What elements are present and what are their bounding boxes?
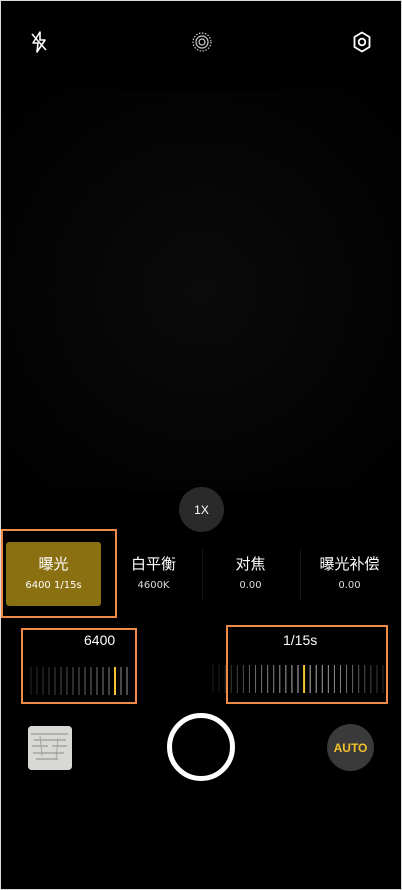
flash-off-icon[interactable] bbox=[27, 30, 51, 54]
mode-tab-value: 0.00 bbox=[239, 580, 262, 591]
camera-viewfinder[interactable] bbox=[1, 90, 401, 490]
highlight-box-mode bbox=[1, 529, 117, 618]
shutter-button[interactable] bbox=[167, 713, 235, 781]
mode-tab-label: 白平衡 bbox=[130, 555, 176, 573]
gallery-thumbnail[interactable] bbox=[28, 726, 72, 770]
divider bbox=[300, 548, 301, 600]
settings-icon[interactable] bbox=[350, 30, 374, 54]
zoom-button[interactable]: 1X bbox=[179, 487, 224, 532]
highlight-box-iso bbox=[21, 628, 137, 704]
mode-tab-exposure-compensation[interactable]: 曝光补偿 0.00 bbox=[302, 536, 397, 612]
auto-button[interactable]: AUTO bbox=[327, 724, 374, 771]
highlight-box-shutter bbox=[226, 625, 388, 704]
mode-tab-focus[interactable]: 对焦 0.00 bbox=[203, 536, 298, 612]
live-photo-icon[interactable] bbox=[190, 30, 214, 54]
mode-tab-white-balance[interactable]: 白平衡 4600K bbox=[106, 536, 201, 612]
mode-tab-label: 对焦 bbox=[235, 555, 266, 573]
mode-tab-label: 曝光补偿 bbox=[319, 555, 380, 573]
mode-tab-value: 0.00 bbox=[338, 580, 361, 591]
mode-tab-value: 4600K bbox=[137, 580, 170, 591]
